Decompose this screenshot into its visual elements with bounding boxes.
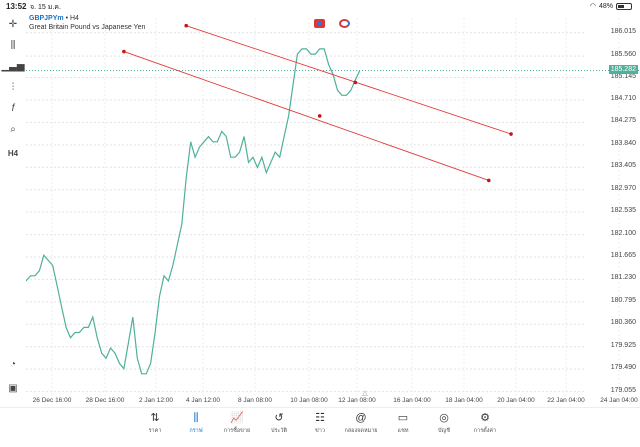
x-tick-label: 18 Jan 04:00 <box>445 397 483 404</box>
refresh-cycle-icon[interactable] <box>339 19 350 28</box>
chat-icon: ▭ <box>397 412 409 424</box>
trend-anchor-point <box>317 114 322 118</box>
status-time: 13:52 <box>6 2 27 11</box>
trend-anchor-point <box>122 49 126 54</box>
x-tick-label: 20 Jan 04:00 <box>497 397 535 404</box>
trend-anchor-point <box>487 178 491 183</box>
trend-anchor-point <box>509 132 513 136</box>
nav-item-chat[interactable]: ▭ แชท <box>383 411 423 435</box>
nav-item-quotes[interactable]: ⇅ ราคา <box>135 411 175 435</box>
y-tick-label: 179.925 <box>610 341 636 349</box>
trend-line <box>186 25 512 135</box>
trend-chart-icon: 📈 <box>230 412 244 424</box>
y-tick-label: 180.795 <box>610 296 636 304</box>
at-icon: @ <box>355 412 367 424</box>
y-tick-label: 186.015 <box>610 27 636 35</box>
chart-area[interactable]: △ GBPJPYm • H4 Great Britain Pound vs Ja… <box>26 13 640 407</box>
nav-item-history[interactable]: ↺ ประวัติ <box>259 411 299 435</box>
y-tick-label: 184.710 <box>610 94 636 102</box>
chart-canvas[interactable]: △ <box>26 13 640 407</box>
battery-icon <box>616 2 632 10</box>
nav-item-account[interactable]: ◎ บัญชี <box>424 411 464 435</box>
wifi-icon: ◠ <box>589 3 596 10</box>
crosshair-icon[interactable]: ✛ <box>4 15 22 33</box>
price-line-layer <box>26 48 640 375</box>
chart-icons <box>314 19 350 28</box>
speedometer-icon[interactable]: ◔ <box>4 355 22 373</box>
sliders-icon[interactable]: ⫶ <box>4 78 22 96</box>
y-tick-label: 180.360 <box>610 319 636 327</box>
y-tick-label: 182.970 <box>610 184 636 192</box>
header-separator: • <box>65 15 69 22</box>
x-tick-label: 16 Jan 04:00 <box>393 397 431 404</box>
timeframe-button[interactable]: H4 <box>4 144 22 162</box>
nav-item-trade[interactable]: 📈 การซื้อขาย <box>217 411 257 435</box>
arrows-updown-icon: ⇅ <box>150 412 160 424</box>
y-tick-label: 179.490 <box>610 364 636 372</box>
nav-item-chart[interactable]: ⫼ กราฟ <box>176 411 216 435</box>
y-tick-label: 182.100 <box>610 229 636 237</box>
nav-label: ราคา <box>148 428 162 434</box>
news-icon: ☷ <box>315 412 325 424</box>
x-tick-label: 22 Jan 04:00 <box>547 397 585 404</box>
x-tick-label: 12 Jan 08:00 <box>338 397 376 404</box>
left-toolbar: ✛ ⫼ ▁▃▅ ⫶ f ⌕ H4 ◔ ▣ <box>0 13 26 407</box>
status-bar: 13:52 จ. 15 ม.ค. ◠ 48% <box>0 0 640 13</box>
battery-fill <box>618 4 624 8</box>
y-tick-label: 183.405 <box>610 162 636 170</box>
account-icon: ◎ <box>439 412 449 424</box>
y-tick-label: 181.665 <box>610 252 636 259</box>
price-series-line <box>26 48 361 375</box>
y-tick-label: 185.560 <box>610 51 636 59</box>
status-date: จ. 15 ม.ค. <box>30 4 61 11</box>
y-tick-label: 184.275 <box>610 117 636 125</box>
symbol-name: GBPJPYm <box>29 15 64 22</box>
nav-item-settings[interactable]: ⚙ การตั้งค่า <box>465 411 505 435</box>
scroll-marker-icon: △ <box>362 390 368 397</box>
status-indicators: ◠ 48% <box>590 2 632 10</box>
x-tick-label: 24 Jan 04:00 <box>600 397 638 404</box>
chart-type-icon[interactable]: ⫼ <box>4 36 22 54</box>
logo-icon: ▣ <box>8 382 18 394</box>
nav-label: กล่องจดหมาย <box>344 428 378 434</box>
objects-icon[interactable]: ⌕ <box>4 120 22 138</box>
nav-item-mailbox[interactable]: @ กล่องจดหมาย <box>341 411 381 435</box>
y-tick-label: 182.535 <box>610 207 636 215</box>
nav-label: ข่าว <box>315 428 325 434</box>
y-tick-label: 181.230 <box>610 274 636 282</box>
one-click-trade-icon[interactable] <box>314 19 325 28</box>
header-timeframe: H4 <box>69 15 79 22</box>
x-tick-label: 4 Jan 12:00 <box>186 397 220 404</box>
trend-anchor-point <box>184 23 188 28</box>
symbol-header: GBPJPYm • H4 <box>29 15 79 22</box>
history-icon: ↺ <box>274 412 284 424</box>
trend-line-layer: △ <box>122 23 513 397</box>
x-tick-label: 8 Jan 08:00 <box>238 397 272 404</box>
x-tick-label: 10 Jan 08:00 <box>290 397 328 404</box>
y-tick-label: 179.055 <box>610 386 636 394</box>
x-tick-label: 28 Dec 16:00 <box>85 397 125 404</box>
indicators-icon[interactable]: ▁▃▅ <box>1 57 24 75</box>
symbol-description: Great Britain Pound vs Japanese Yen <box>29 24 146 31</box>
nav-item-news[interactable]: ☷ ข่าว <box>300 411 340 435</box>
candlestick-icon: ⫼ <box>193 412 199 424</box>
x-tick-label: 26 Dec 16:00 <box>32 397 72 404</box>
bottom-navigation: ⇅ ราคา ⫼ กราฟ 📈 การซื้อขาย ↺ ประวัติ ☷ ข่าว @ กล่อง… <box>0 407 640 447</box>
nav-label: การตั้งค่า <box>473 428 497 434</box>
nav-label: การซื้อขาย <box>223 428 251 434</box>
y-tick-label: 183.840 <box>610 139 636 147</box>
x-tick-label: 2 Jan 12:00 <box>139 397 173 404</box>
nav-label: ประวัติ <box>270 428 288 434</box>
nav-label: กราฟ <box>189 428 203 434</box>
function-icon[interactable]: f <box>4 99 22 117</box>
current-price-tag: 185.282 <box>608 65 638 75</box>
nav-label: แชท <box>397 428 409 434</box>
grid-layer <box>26 18 620 397</box>
nav-label: บัญชี <box>438 428 450 434</box>
battery-percent: 48% <box>598 2 613 10</box>
gear-icon: ⚙ <box>480 412 490 424</box>
trend-anchor-point <box>353 80 358 85</box>
